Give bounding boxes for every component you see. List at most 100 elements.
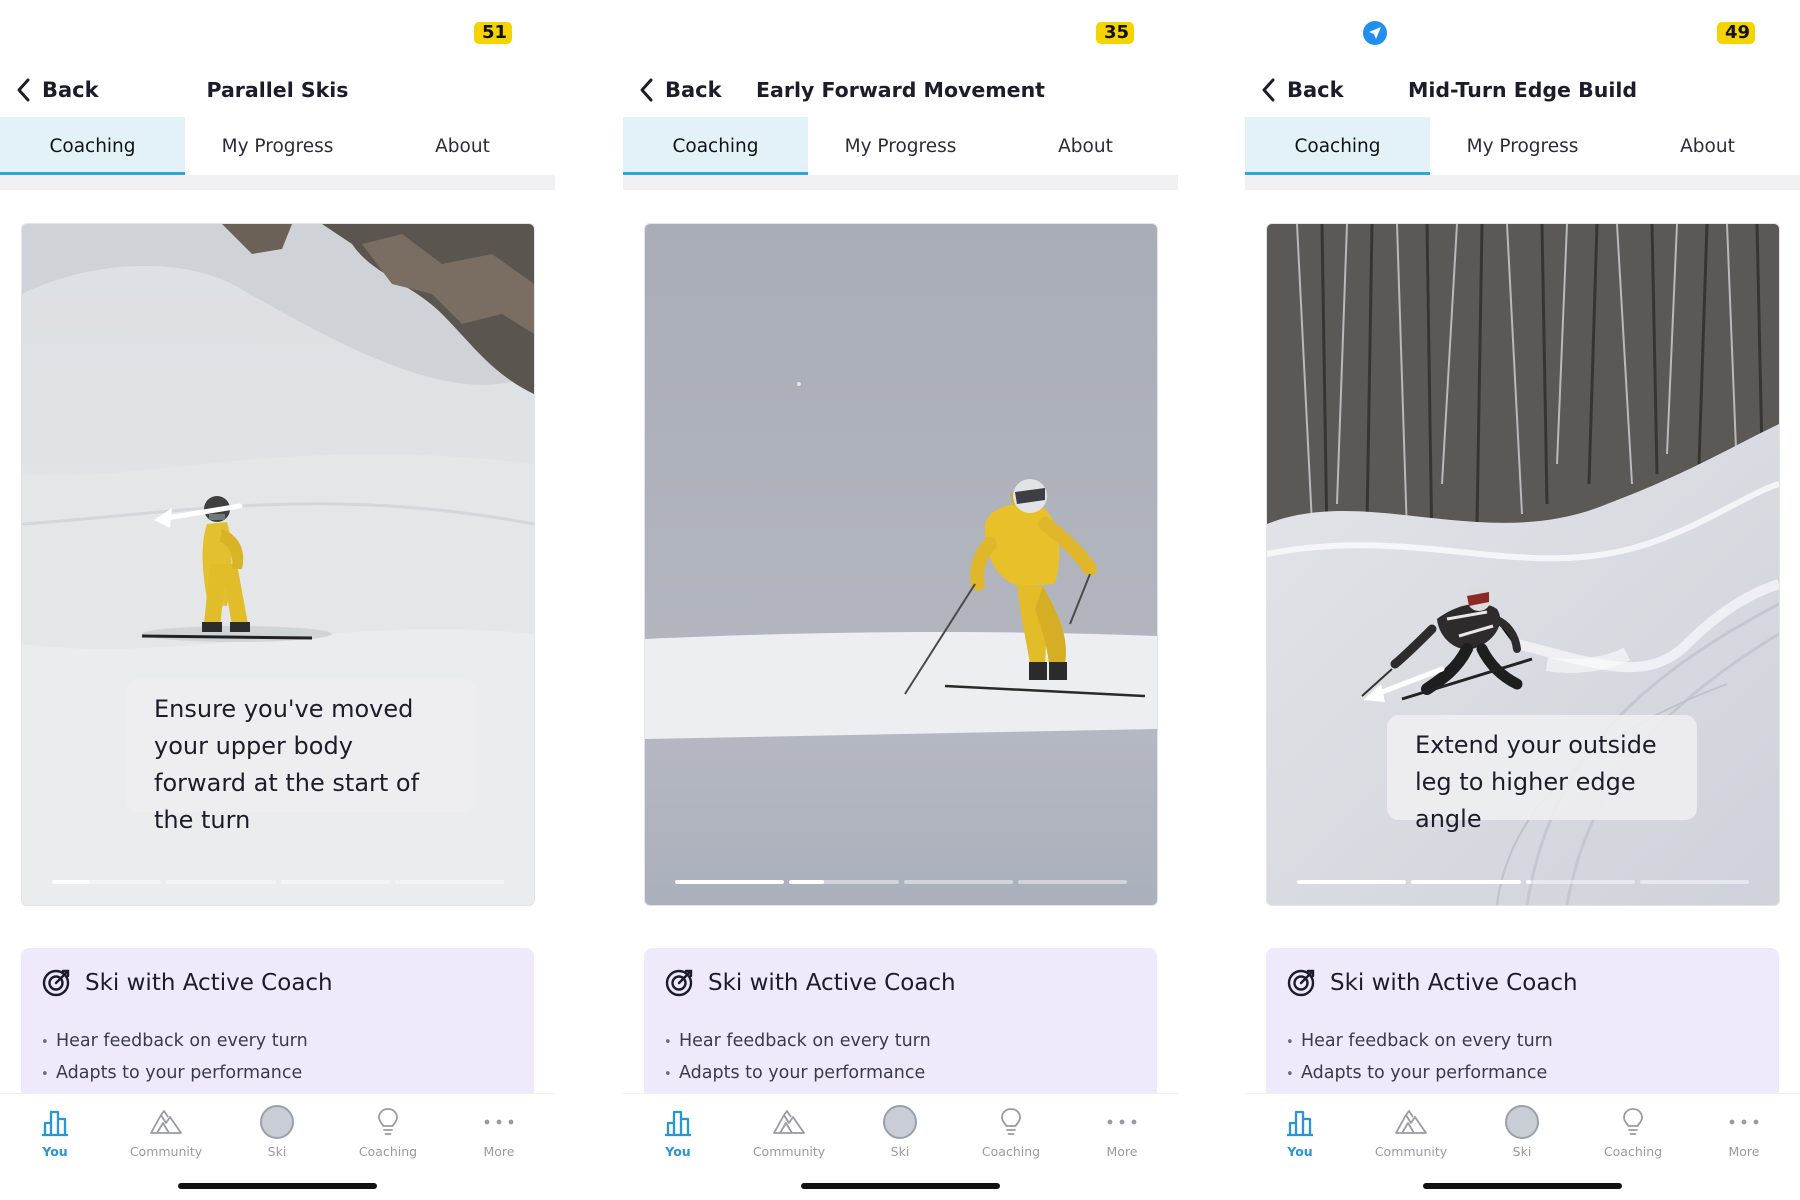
tabbar-label: Coaching xyxy=(358,1144,418,1159)
tabbar-more[interactable]: More xyxy=(1067,1102,1177,1162)
tabbar-community[interactable]: Community xyxy=(734,1102,844,1162)
coaching-video[interactable] xyxy=(644,223,1158,906)
home-indicator xyxy=(801,1183,1000,1189)
tabbar-community[interactable]: Community xyxy=(1356,1102,1466,1162)
home-indicator xyxy=(178,1183,377,1189)
video-progress xyxy=(1297,880,1749,884)
list-item: Adapts to your performance xyxy=(41,1058,308,1090)
lightbulb-icon xyxy=(1001,1108,1021,1135)
tabbar-more[interactable]: More xyxy=(444,1102,554,1162)
screen-mid-turn-edge-build: 49 Back Mid-Turn Edge Build Coaching My … xyxy=(1245,0,1800,1200)
coach-header: Ski with Active Coach xyxy=(1286,968,1578,998)
tabbar-label: Coaching xyxy=(1603,1144,1663,1159)
divider xyxy=(623,175,1178,190)
coaching-video[interactable]: Extend your outside leg to higher edge a… xyxy=(1266,223,1780,906)
tabbar-more[interactable]: More xyxy=(1689,1102,1799,1162)
page-title: Early Forward Movement xyxy=(756,78,1045,102)
progress-segment xyxy=(903,880,1013,884)
bar-chart-icon xyxy=(1287,1110,1313,1137)
list-item: Adapts to your performance xyxy=(664,1058,931,1090)
progress-fill xyxy=(52,880,91,884)
tabbar-label: More xyxy=(1728,1144,1760,1159)
video-frame-flat-light xyxy=(645,224,1157,905)
video-progress xyxy=(675,880,1127,884)
mountains-icon xyxy=(1395,1110,1427,1134)
page-title: Mid-Turn Edge Build xyxy=(1407,78,1638,102)
active-coach-card[interactable]: Ski with Active Coach Hear feedback on e… xyxy=(1266,948,1779,1098)
screens-container: 51 Back Parallel Skis Coaching My Progre… xyxy=(0,0,1800,1200)
tabbar-coaching[interactable]: Coaching xyxy=(333,1102,443,1162)
bar-chart-icon xyxy=(42,1110,68,1137)
progress-segment xyxy=(1297,880,1407,884)
progress-segment xyxy=(280,880,390,884)
tab-about[interactable]: About xyxy=(1615,117,1800,175)
coach-title: Ski with Active Coach xyxy=(708,970,956,996)
list-item: Hear feedback on every turn xyxy=(41,1026,308,1058)
video-caption: Ensure you've moved your upper body forw… xyxy=(126,679,476,834)
ellipsis-icon xyxy=(1729,1119,1759,1125)
coach-header: Ski with Active Coach xyxy=(41,968,333,998)
divider xyxy=(0,175,555,190)
tabbar-label: Ski xyxy=(1512,1144,1532,1159)
page-title: Parallel Skis xyxy=(206,78,349,102)
tab-about[interactable]: About xyxy=(370,117,555,175)
tabbar-coaching[interactable]: Coaching xyxy=(1578,1102,1688,1162)
tabbar-label: Coaching xyxy=(981,1144,1041,1159)
active-coach-card[interactable]: Ski with Active Coach Hear feedback on e… xyxy=(21,948,534,1098)
progress-segment xyxy=(52,880,162,884)
tabbar-ski[interactable]: Ski xyxy=(222,1102,332,1162)
progress-segment xyxy=(1017,880,1127,884)
nav-header: Back Parallel Skis xyxy=(0,70,555,110)
tabbar-ski[interactable]: Ski xyxy=(845,1102,955,1162)
lightbulb-icon xyxy=(1623,1108,1643,1135)
home-indicator xyxy=(1423,1183,1622,1189)
tabbar-label: Community xyxy=(1374,1144,1448,1159)
progress-fill xyxy=(675,880,785,884)
tabbar-coaching[interactable]: Coaching xyxy=(956,1102,1066,1162)
tab-my-progress[interactable]: My Progress xyxy=(1430,117,1615,175)
mountains-icon xyxy=(773,1110,805,1134)
status-bar: 51 xyxy=(0,18,555,48)
time-badge: 51 xyxy=(474,22,513,44)
progress-segment xyxy=(1525,880,1635,884)
tab-about[interactable]: About xyxy=(993,117,1178,175)
coach-benefits: Hear feedback on every turn Adapts to yo… xyxy=(1286,1026,1553,1090)
time-badge: 49 xyxy=(1717,22,1756,44)
tabbar-label: You xyxy=(42,1144,68,1159)
tabbar-you[interactable]: You xyxy=(1245,1102,1355,1162)
tabbar-label: You xyxy=(1287,1144,1313,1159)
tab-coaching[interactable]: Coaching xyxy=(1245,117,1430,175)
progress-segment xyxy=(675,880,785,884)
tabbar-label: Ski xyxy=(267,1144,287,1159)
target-icon xyxy=(665,969,693,997)
record-circle-icon xyxy=(260,1105,294,1139)
tab-my-progress[interactable]: My Progress xyxy=(808,117,993,175)
coach-benefits: Hear feedback on every turn Adapts to yo… xyxy=(664,1026,931,1090)
tabbar-ski[interactable]: Ski xyxy=(1467,1102,1577,1162)
tab-my-progress[interactable]: My Progress xyxy=(185,117,370,175)
tab-bar-top: Coaching My Progress About xyxy=(623,117,1178,175)
target-icon xyxy=(42,969,70,997)
coach-header: Ski with Active Coach xyxy=(664,968,956,998)
screen-parallel-skis: 51 Back Parallel Skis Coaching My Progre… xyxy=(0,0,555,1200)
progress-segment xyxy=(789,880,899,884)
tabbar-you[interactable]: You xyxy=(0,1102,110,1162)
tabbar-community[interactable]: Community xyxy=(111,1102,221,1162)
progress-segment xyxy=(1639,880,1749,884)
tab-coaching[interactable]: Coaching xyxy=(623,117,808,175)
video-progress xyxy=(52,880,504,884)
location-arrow-icon xyxy=(1363,21,1387,45)
list-item: Hear feedback on every turn xyxy=(664,1026,931,1058)
progress-segment xyxy=(1411,880,1521,884)
progress-segment xyxy=(166,880,276,884)
progress-fill xyxy=(1297,880,1407,884)
progress-fill xyxy=(1411,880,1521,884)
coaching-video[interactable]: Ensure you've moved your upper body forw… xyxy=(21,223,535,906)
tab-coaching[interactable]: Coaching xyxy=(0,117,185,175)
tabbar-you[interactable]: You xyxy=(623,1102,733,1162)
tab-bar-top: Coaching My Progress About xyxy=(0,117,555,175)
active-coach-card[interactable]: Ski with Active Coach Hear feedback on e… xyxy=(644,948,1157,1098)
nav-header: Back Early Forward Movement xyxy=(623,70,1178,110)
tabbar-label: Community xyxy=(129,1144,203,1159)
list-item: Adapts to your performance xyxy=(1286,1058,1553,1090)
